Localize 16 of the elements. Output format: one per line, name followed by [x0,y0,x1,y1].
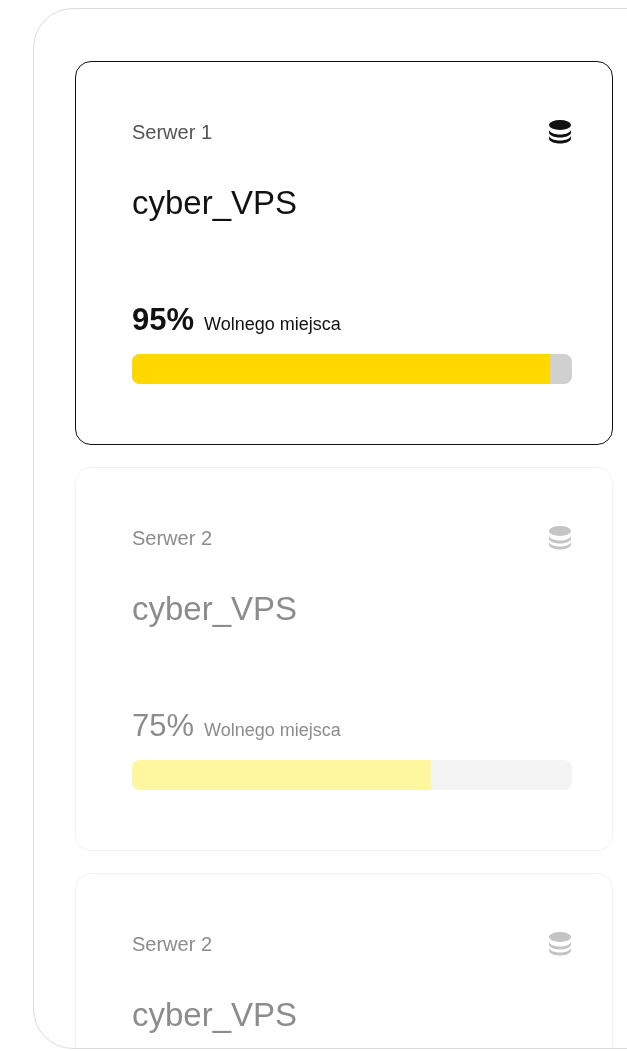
usage-caption: Wolnego miejsca [204,719,341,742]
database-icon [548,931,572,957]
server-name: cyber_VPS [132,995,299,1035]
server-label: Serwer 2 [132,526,213,550]
server-label: Serwer 2 [132,932,213,956]
server-label: Serwer 1 [132,120,213,144]
server-card[interactable]: Serwer 2 cyber_VPS 75% Wolnego miejsca [75,467,613,851]
database-icon [548,525,572,551]
usage-percent: 95% [132,301,195,339]
server-name: cyber_VPS [132,183,299,223]
usage-percent: 75% [132,707,195,745]
server-name: cyber_VPS [132,589,299,629]
usage-caption: Wolnego miejsca [204,313,341,336]
server-card[interactable]: Serwer 1 cyber_VPS 95% Wolnego miejsca [75,61,613,445]
database-icon [548,119,572,145]
server-card[interactable]: Serwer 2 cyber_VPS [75,873,613,1048]
